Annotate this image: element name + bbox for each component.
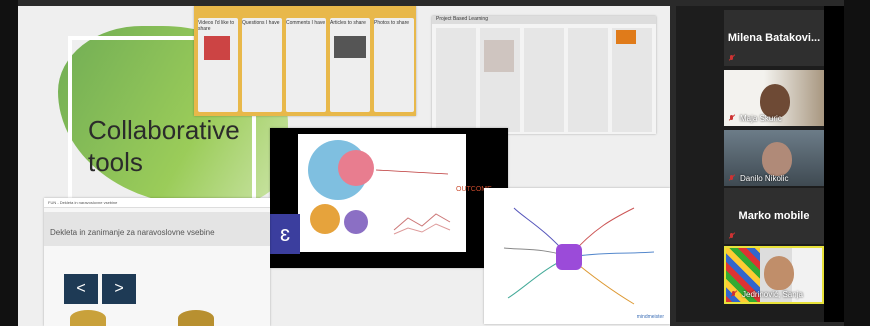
participant-name: Marko mobile: [738, 210, 810, 222]
slide-title: Collaborative tools: [88, 114, 268, 178]
participant-tile[interactable]: Milena Batakovi...: [724, 10, 824, 66]
app-logo: ɛ: [270, 214, 300, 254]
slide-title-line1: Collaborative: [88, 115, 240, 145]
shared-screen-slide: Collaborative tools Videos I'd like to s…: [18, 6, 670, 326]
trello-column: Videos I'd like to share: [198, 18, 238, 112]
participant-name: Jedrinović, Sanja: [742, 290, 803, 299]
mindmap-drawing-screenshot: OUTCOME ɛ: [270, 128, 508, 268]
participant-tile[interactable]: Maja Skuric: [724, 70, 824, 126]
mindmap-brand: mindmeister: [636, 314, 664, 320]
trello-column-header: Videos I'd like to share: [198, 20, 235, 32]
mindmap-screenshot: mindmeister: [484, 188, 670, 324]
butterfly-image: [178, 310, 214, 326]
trello-column: Questions I have: [242, 18, 282, 112]
mic-muted-icon: [728, 55, 735, 63]
left-frame: [0, 0, 18, 326]
board-card-logo: [616, 30, 636, 44]
participant-name: Maja Skuric: [740, 114, 782, 123]
right-frame-inner: [824, 6, 844, 322]
trello-column-header: Comments I have: [286, 20, 326, 26]
butterfly-image: [70, 310, 106, 326]
trello-column-header: Articles to share: [330, 20, 366, 26]
trello-column-header: Photos to share: [374, 20, 410, 26]
mindmap-center-node: [556, 244, 582, 270]
participant-name: Milena Batakovi...: [727, 32, 821, 44]
trello-board-screenshot: Videos I'd like to share Questions I hav…: [194, 6, 416, 116]
trello-card-map: [334, 36, 366, 58]
right-frame: [844, 0, 870, 326]
course-page-screenshot: FUN - Dekleta in naravoslovne vsebine De…: [44, 198, 270, 326]
board-column: [568, 28, 608, 132]
trello-card-image: [204, 36, 230, 60]
participant-tile-active-speaker[interactable]: Jedrinović, Sanja: [724, 246, 824, 304]
mic-muted-icon: [728, 175, 735, 183]
participant-tile[interactable]: Marko mobile: [724, 188, 824, 244]
trello-column: Comments I have: [286, 18, 326, 112]
mic-muted-icon: [728, 115, 735, 123]
participant-video: [762, 142, 792, 176]
mindmap-canvas: OUTCOME: [298, 134, 492, 252]
participant-name: Danilo Nikolic: [740, 174, 789, 183]
board-column: [436, 28, 476, 132]
doc-topbar: FUN - Dekleta in naravoslovne vsebine: [44, 198, 270, 208]
next-arrow-button[interactable]: >: [102, 274, 136, 304]
trello-column: Photos to share: [374, 18, 414, 112]
participant-video: [764, 256, 794, 290]
participant-tile[interactable]: Danilo Nikolic: [724, 130, 824, 186]
trello-column-header: Questions I have: [242, 20, 280, 26]
mic-muted-icon: [728, 233, 735, 241]
participant-video: [760, 84, 790, 118]
slide-title-line2: tools: [88, 147, 143, 177]
board-card-image: [484, 40, 514, 72]
prev-arrow-button[interactable]: <: [64, 274, 98, 304]
doc-title: Dekleta in zanimanje za naravoslovne vse…: [50, 228, 215, 237]
project-board-screenshot: Project Based Learning: [432, 16, 656, 134]
mm-sketch-lines: [375, 169, 451, 235]
mic-muted-icon: [730, 291, 737, 299]
board-column: [524, 28, 564, 132]
board-title: Project Based Learning: [432, 16, 656, 24]
trello-column: Articles to share: [330, 18, 370, 112]
